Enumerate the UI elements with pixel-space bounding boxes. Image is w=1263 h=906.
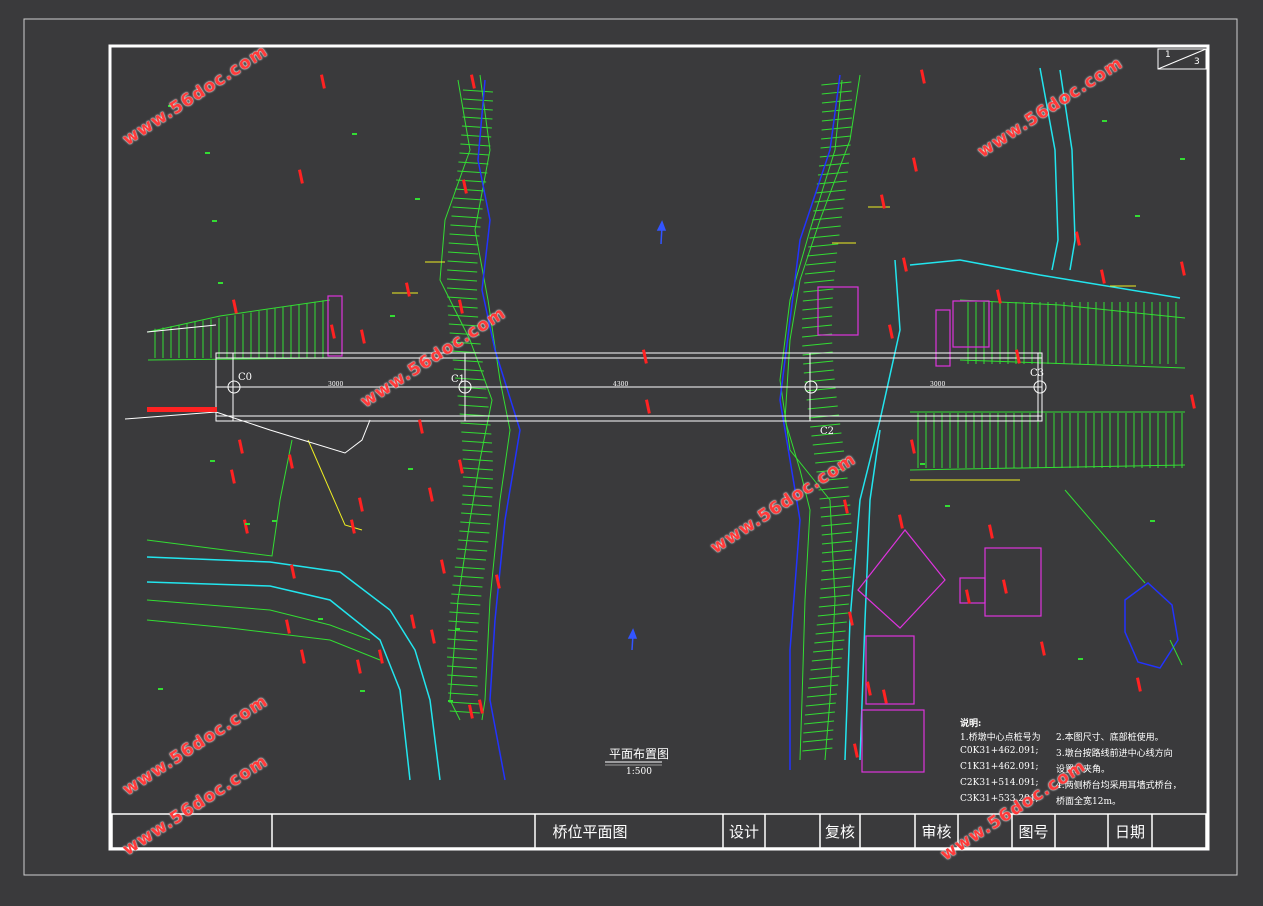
abutment-marker (147, 407, 217, 412)
contours (146, 439, 1183, 666)
axis-label-c2: C2 (820, 426, 835, 437)
note-left-1: 1.桥墩中心点桩号为 (960, 733, 1041, 743)
pond (1124, 582, 1179, 669)
drawing-scale: 1:500 (626, 767, 652, 777)
note-left-3: C1K31+462.091; (960, 762, 1039, 772)
right-embankment (909, 299, 1186, 471)
right-river-edge (779, 74, 841, 770)
title-block-date: 日期 (1114, 823, 1145, 841)
note-right-5: 桥面全宽12m。 (1056, 797, 1121, 807)
sheet-index: 1 (1165, 50, 1171, 60)
note-left-2: C0K31+462.091; (960, 746, 1039, 756)
left-river-bank (439, 74, 511, 721)
north-arrow-icon (627, 220, 667, 651)
title-block-name: 桥位平面图 (552, 823, 628, 841)
title-block-check: 复核 (824, 823, 855, 841)
inner-frame (108, 44, 1210, 851)
drawing-title: 平面布置图 (609, 747, 670, 761)
bridge-deck (124, 324, 1043, 454)
axis-label-c0: C0 (238, 372, 253, 383)
left-river-edge (477, 79, 521, 781)
axis-label-c1: C1 (451, 374, 466, 385)
note-right-2: 3.墩台按路线前进中心线方向 (1056, 749, 1173, 759)
notes-heading: 说明: (960, 719, 982, 729)
note-left-4: C2K31+514.091; (960, 778, 1039, 788)
elevation-labels (230, 69, 1196, 758)
title-block-drawing-no: 图号 (1018, 823, 1049, 841)
left-embankment (147, 299, 331, 361)
note-right-1: 2.本图尺寸、底部桩使用。 (1056, 733, 1164, 743)
span-length-2: 4300 (613, 381, 629, 388)
span-length-3: 3000 (930, 381, 946, 388)
sheet-total: 3 (1194, 57, 1200, 67)
span-length-1: 3000 (328, 381, 344, 388)
axis-label-c3: C3 (1030, 368, 1045, 379)
ground-symbols (158, 105, 1185, 702)
title-block-design: 设计 (728, 823, 759, 841)
